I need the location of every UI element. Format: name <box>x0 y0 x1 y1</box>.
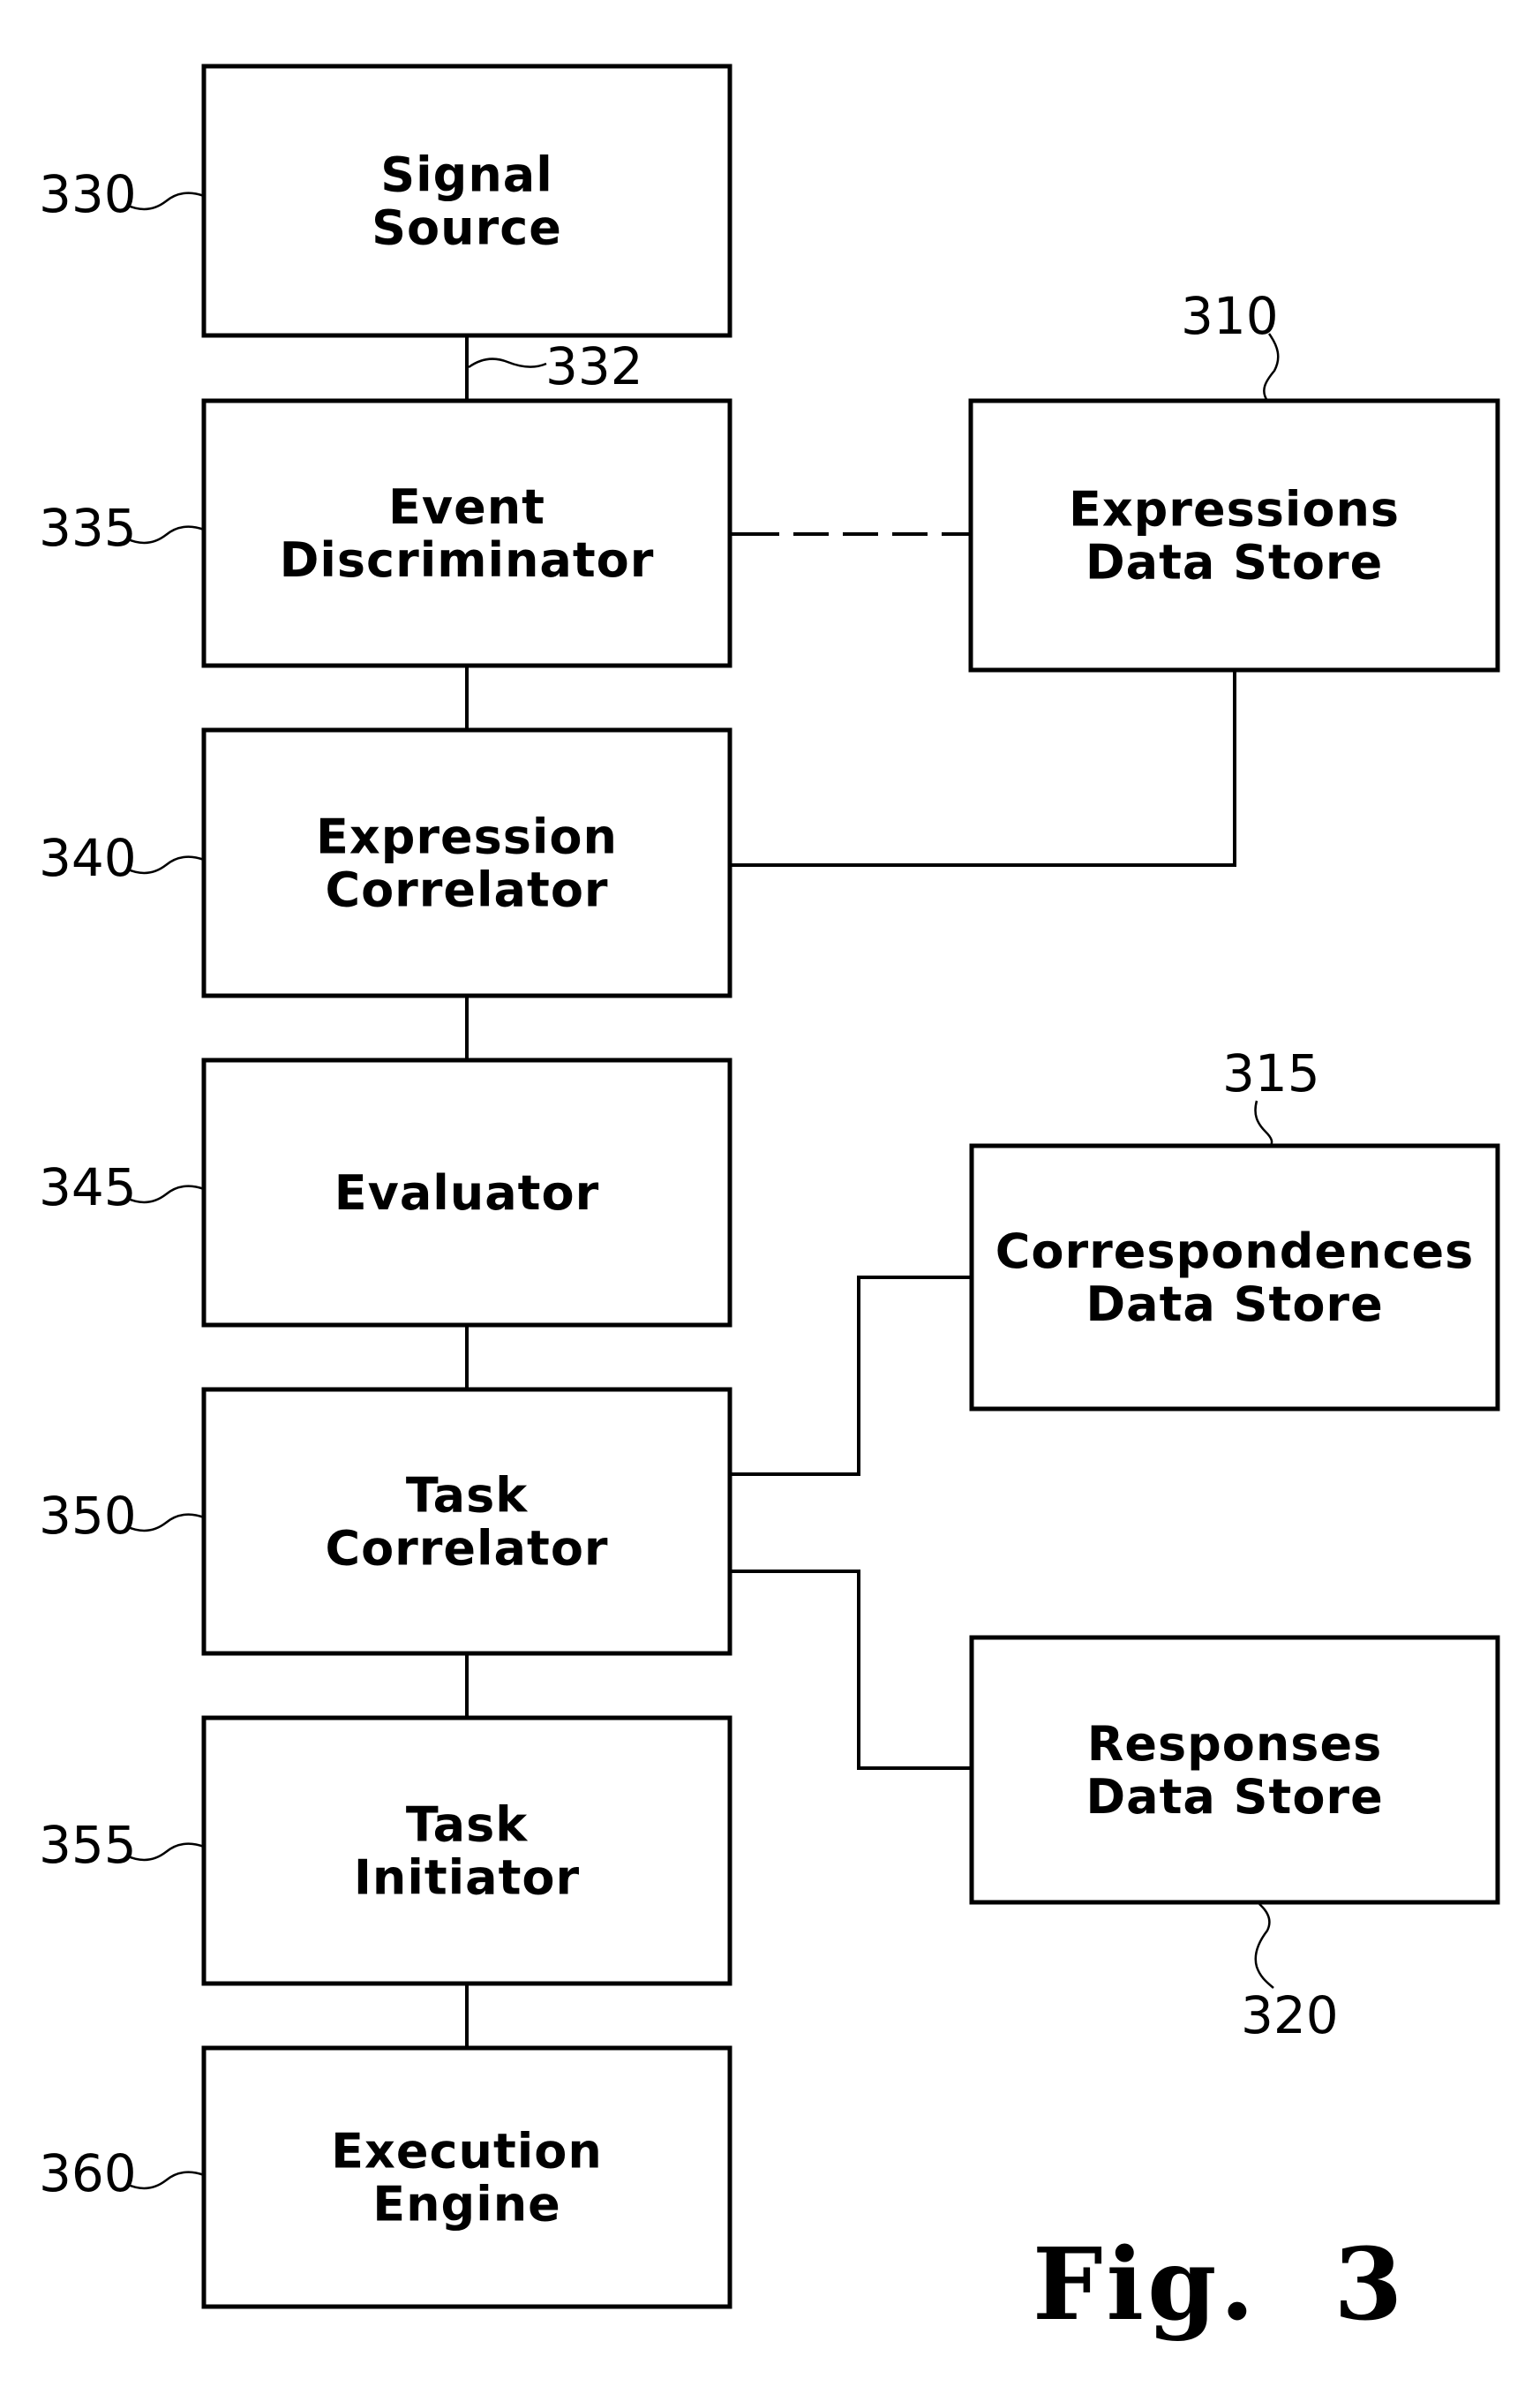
expression-correlator-label-line: Expression <box>316 809 618 865</box>
expressions-data-store-label-line: Expressions <box>1069 482 1400 538</box>
ref-310: 310 <box>1181 286 1279 346</box>
ref-315: 315 <box>1222 1043 1320 1103</box>
connector-expression-correlator-to-expressions-store <box>730 670 1236 867</box>
event-discriminator-label-line: Event <box>388 479 545 535</box>
leader-355 <box>125 1842 205 1862</box>
leader-332 <box>468 358 547 369</box>
execution-engine-label-line: Engine <box>372 2177 561 2232</box>
task-correlator-label-line: Task <box>406 1468 528 1524</box>
ref-332: 332 <box>545 336 643 396</box>
task-initiator-label-line: Initiator <box>354 1850 580 1906</box>
leader-330 <box>125 192 205 211</box>
expressions-data-store-label-line: Data Store <box>1086 535 1383 591</box>
expression-correlator-label-line: Correlator <box>325 862 608 918</box>
leader-360 <box>125 2171 205 2190</box>
task-correlator-label-line: Correlator <box>325 1521 608 1577</box>
ref-340: 340 <box>39 828 137 888</box>
ref-355: 355 <box>39 1815 137 1875</box>
connector-task-correlator-to-responses-store <box>730 1570 972 1770</box>
signal-source-label-line: Source <box>372 200 562 256</box>
signal-source-label-line: Signal <box>380 147 552 203</box>
correspondences-data-store-label-line: Data Store <box>1086 1276 1383 1332</box>
connector-task-correlator-to-correspondences-store <box>730 1276 972 1476</box>
responses-data-store-label-line: Data Store <box>1086 1769 1383 1825</box>
ref-360: 360 <box>39 2143 137 2203</box>
ref-320: 320 <box>1241 1985 1339 2045</box>
correspondences-data-store-label-line: Correspondences <box>995 1223 1474 1279</box>
responses-data-store-label-line: Responses <box>1087 1716 1382 1772</box>
ref-330: 330 <box>39 164 137 224</box>
leader-345 <box>125 1185 205 1204</box>
leader-350 <box>125 1513 205 1532</box>
ref-335: 335 <box>39 498 137 558</box>
leader-315 <box>1254 1100 1273 1147</box>
figure-caption: Fig. 3 <box>1033 2227 1406 2343</box>
event-discriminator-label-line: Discriminator <box>280 532 655 588</box>
block-diagram: SignalSource EventDiscriminator Expression… <box>39 64 1500 2343</box>
task-initiator-label-line: Task <box>406 1797 528 1853</box>
ref-350: 350 <box>39 1486 137 1546</box>
leader-320 <box>1254 1903 1274 1989</box>
leader-335 <box>125 525 205 545</box>
leader-340 <box>125 855 205 875</box>
evaluator-label-line: Evaluator <box>334 1165 599 1221</box>
execution-engine-label-line: Execution <box>331 2124 603 2179</box>
ref-345: 345 <box>39 1157 137 1217</box>
